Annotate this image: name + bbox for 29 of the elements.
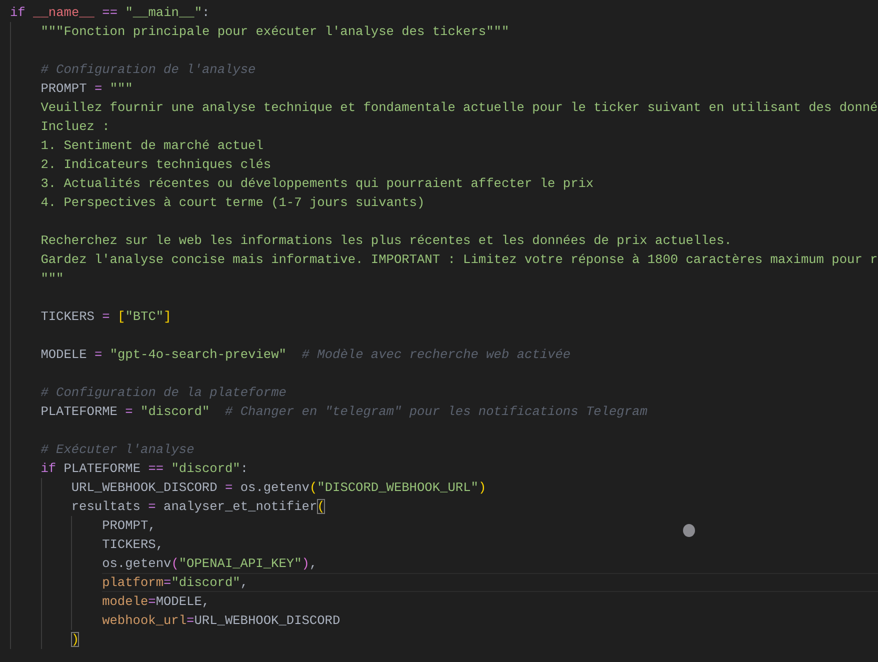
code-line: webhook_url=URL_WEBHOOK_DISCORD	[102, 612, 340, 630]
code-line: MODELE = "gpt-4o-search-preview" # Modèle avec recherche web activée	[40, 346, 571, 364]
code-line: # Configuration de l'analyse	[40, 61, 256, 79]
code-line: Gardez l'analyse concise mais informative. IMPORTANT : Limitez votre réponse à 1800 caractères maximum pour r	[40, 251, 878, 269]
code-line: """Fonction principale pour exécuter l'analyse des tickers"""	[40, 23, 510, 41]
code-line: Veuillez fournir une analyse technique et fondamentale actuelle pour le ticker suivant en utilisant des donné	[40, 99, 878, 117]
code-line: platform="discord",	[102, 573, 878, 592]
code-line: 3. Actualités récentes ou développements qui pourraient affecter le prix	[40, 175, 594, 193]
code-line: TICKERS,	[102, 536, 164, 554]
code-line: PROMPT = """	[40, 80, 133, 98]
code-line: os.getenv("OPENAI_API_KEY"),	[102, 555, 318, 573]
code-line: 1. Sentiment de marché actuel	[40, 137, 264, 155]
code-line: Recherchez sur le web les informations les plus récentes et les données de prix actuelles.	[40, 232, 732, 250]
code-line: if PLATEFORME == "discord":	[40, 460, 248, 478]
code-line: URL_WEBHOOK_DISCORD = os.getenv("DISCORD_WEBHOOK_URL")	[71, 479, 486, 497]
code-line: )	[71, 631, 80, 649]
code-line: TICKERS = ["BTC"]	[40, 308, 172, 326]
code-line: """	[40, 270, 64, 288]
code-line: PROMPT,	[102, 517, 156, 535]
code-line: # Exécuter l'analyse	[40, 441, 194, 459]
code-line: 2. Indicateurs techniques clés	[40, 156, 272, 174]
pointer-dot-icon	[683, 524, 695, 537]
code-line: Incluez :	[40, 118, 110, 136]
code-line: resultats = analyser_et_notifier(	[71, 498, 325, 516]
code-line: if __name__ == "__main__":	[10, 4, 210, 22]
code-line: modele=MODELE,	[102, 593, 210, 611]
code-line: # Configuration de la plateforme	[40, 384, 286, 402]
code-line: 4. Perspectives à court terme (1-7 jours suivants)	[40, 194, 425, 212]
code-line: PLATEFORME = "discord" # Changer en "telegram" pour les notifications Telegram	[40, 403, 648, 421]
